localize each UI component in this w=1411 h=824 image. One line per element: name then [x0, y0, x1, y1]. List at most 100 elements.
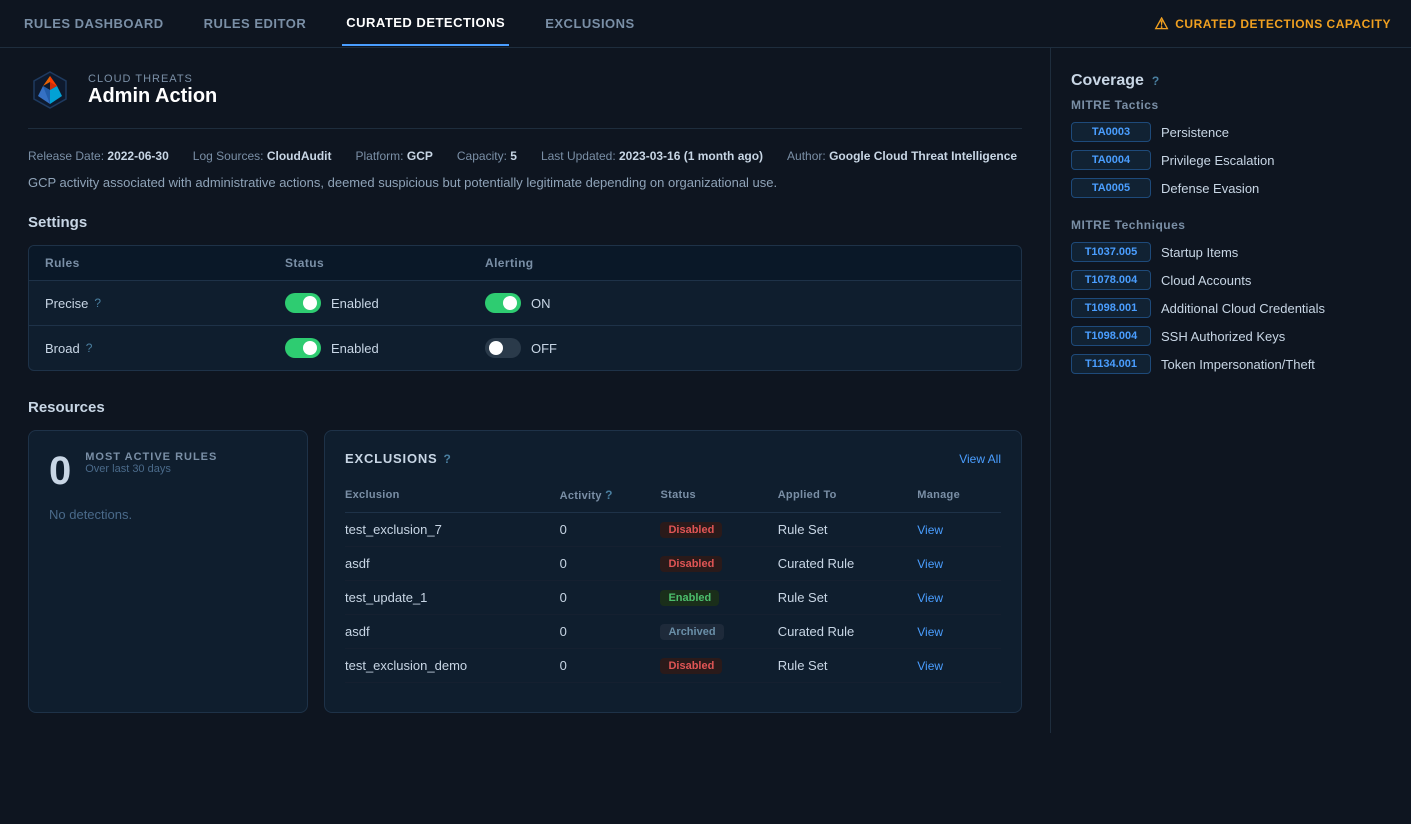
- app-logo: [28, 68, 72, 112]
- mitre-tactic-item: TA0004 Privilege Escalation: [1071, 150, 1370, 170]
- broad-alerting-cell: OFF: [485, 338, 685, 358]
- rule-broad-label: Broad ?: [45, 341, 285, 356]
- excl-manage: View: [917, 581, 1001, 615]
- most-active-card: 0 MOST ACTIVE RULES Over last 30 days No…: [28, 430, 308, 713]
- most-active-header: 0 MOST ACTIVE RULES Over last 30 days: [49, 451, 287, 491]
- table-row: test_update 0 Enabled Rule Set View: [345, 683, 1001, 693]
- nav-rules-editor[interactable]: RULES EDITOR: [200, 2, 311, 45]
- view-link[interactable]: View: [917, 523, 943, 537]
- header-text: CLOUD THREATS Admin Action: [88, 73, 217, 108]
- page-header: CLOUD THREATS Admin Action: [28, 68, 1022, 129]
- exclusions-thead: Exclusion Activity ? Status Applied To M…: [345, 482, 1001, 513]
- mitre-technique-badge[interactable]: T1134.001: [1071, 354, 1151, 374]
- precise-help-icon[interactable]: ?: [94, 296, 101, 310]
- mitre-technique-badge[interactable]: T1098.004: [1071, 326, 1151, 346]
- settings-table: Rules Status Alerting Precise ? Enabled …: [28, 245, 1022, 371]
- coverage-help-icon[interactable]: ?: [1152, 74, 1159, 88]
- excl-name: asdf: [345, 547, 560, 581]
- broad-alerting-label: OFF: [531, 341, 557, 356]
- mitre-tactic-label: Privilege Escalation: [1161, 153, 1274, 168]
- excl-activity: 0: [560, 513, 661, 547]
- excl-manage: View: [917, 649, 1001, 683]
- rule-description: GCP activity associated with administrat…: [28, 175, 1022, 190]
- mitre-tactic-badge[interactable]: TA0004: [1071, 150, 1151, 170]
- mitre-technique-label: Cloud Accounts: [1161, 273, 1251, 288]
- col-manage: Manage: [917, 482, 1001, 513]
- precise-alerting-label: ON: [531, 296, 551, 311]
- exclusions-tbody: test_exclusion_7 0 Disabled Rule Set Vie…: [345, 513, 1001, 693]
- exclusions-help-icon[interactable]: ?: [444, 452, 452, 466]
- mitre-tactic-label: Persistence: [1161, 125, 1229, 140]
- excl-manage: View: [917, 547, 1001, 581]
- col-exclusion: Exclusion: [345, 482, 560, 513]
- mitre-technique-badge[interactable]: T1037.005: [1071, 242, 1151, 262]
- mitre-tactic-badge[interactable]: TA0005: [1071, 178, 1151, 198]
- capacity-label: CURATED DETECTIONS CAPACITY: [1175, 17, 1391, 31]
- exclusions-card: EXCLUSIONS ? View All Exclusion Activity: [324, 430, 1022, 713]
- excl-status: Enabled: [660, 581, 777, 615]
- broad-help-icon[interactable]: ?: [86, 341, 93, 355]
- precise-status-toggle[interactable]: [285, 293, 321, 313]
- table-row: test_exclusion_7 0 Disabled Rule Set Vie…: [345, 513, 1001, 547]
- excl-name: test_update_1: [345, 581, 560, 615]
- mitre-tactic-item: TA0003 Persistence: [1071, 122, 1370, 142]
- view-link[interactable]: View: [917, 659, 943, 673]
- warning-icon: ⚠: [1154, 14, 1169, 34]
- nav-exclusions[interactable]: EXCLUSIONS: [541, 2, 639, 45]
- page-category: CLOUD THREATS: [88, 73, 217, 85]
- excl-activity: 0: [560, 581, 661, 615]
- col-status: Status: [285, 256, 485, 270]
- col-alerting: Alerting: [485, 256, 685, 270]
- activity-help-icon[interactable]: ?: [605, 488, 613, 502]
- mitre-technique-badge[interactable]: T1078.004: [1071, 270, 1151, 290]
- view-all-link[interactable]: View All: [959, 452, 1001, 466]
- nav-rules-dashboard[interactable]: RULES DASHBOARD: [20, 2, 168, 45]
- rule-precise-label: Precise ?: [45, 296, 285, 311]
- excl-name: asdf: [345, 615, 560, 649]
- exclusions-header: EXCLUSIONS ? View All: [345, 451, 1001, 466]
- table-row: asdf 0 Archived Curated Rule View: [345, 615, 1001, 649]
- page-title: Admin Action: [88, 85, 217, 108]
- view-link[interactable]: View: [917, 557, 943, 571]
- mitre-tactic-badge[interactable]: TA0003: [1071, 122, 1151, 142]
- top-navigation: RULES DASHBOARD RULES EDITOR CURATED DET…: [0, 0, 1411, 48]
- precise-alerting-toggle[interactable]: [485, 293, 521, 313]
- table-row: asdf 0 Disabled Curated Rule View: [345, 547, 1001, 581]
- view-link[interactable]: View: [917, 625, 943, 639]
- content-area: CLOUD THREATS Admin Action Release Date:…: [0, 48, 1050, 733]
- excl-manage: View: [917, 513, 1001, 547]
- capacity-warning[interactable]: ⚠ CURATED DETECTIONS CAPACITY: [1154, 14, 1391, 34]
- col-activity: Activity ?: [560, 482, 661, 513]
- excl-applied-to: Curated Rule: [778, 615, 918, 649]
- mitre-technique-item: T1037.005Startup Items: [1071, 242, 1370, 262]
- mitre-tactic-item: TA0005Defense Evasion: [1071, 178, 1370, 198]
- table-row: test_exclusion_demo 0 Disabled Rule Set …: [345, 649, 1001, 683]
- settings-title: Settings: [28, 214, 1022, 231]
- mitre-technique-label: Additional Cloud Credentials: [1161, 301, 1325, 316]
- excl-manage: View: [917, 683, 1001, 693]
- exclusions-scroll[interactable]: Exclusion Activity ? Status Applied To M…: [345, 482, 1001, 692]
- excl-applied-to: Curated Rule: [778, 547, 918, 581]
- mitre-technique-badge[interactable]: T1098.001: [1071, 298, 1151, 318]
- view-link[interactable]: View: [917, 591, 943, 605]
- nav-curated-detections[interactable]: CURATED DETECTIONS: [342, 1, 509, 46]
- broad-status-toggle[interactable]: [285, 338, 321, 358]
- precise-status-label: Enabled: [331, 296, 379, 311]
- meta-release-date: Release Date: 2022-06-30: [28, 149, 169, 163]
- excl-status: Disabled: [660, 547, 777, 581]
- mitre-technique-item: T1098.001 Additional Cloud Credentials: [1071, 298, 1370, 318]
- mitre-techniques-title: MITRE Techniques: [1071, 218, 1370, 232]
- excl-activity: 0: [560, 649, 661, 683]
- exclusions-table: Exclusion Activity ? Status Applied To M…: [345, 482, 1001, 692]
- mitre-techniques-list: T1037.005Startup Items T1078.004 Cloud Acc…: [1071, 242, 1370, 374]
- broad-alerting-toggle[interactable]: [485, 338, 521, 358]
- exclusions-title: EXCLUSIONS ?: [345, 451, 452, 466]
- excl-status: Disabled: [660, 649, 777, 683]
- excl-activity: 0: [560, 683, 661, 693]
- most-active-count: 0: [49, 451, 71, 491]
- excl-applied-to: Rule Set: [778, 581, 918, 615]
- broad-status-label: Enabled: [331, 341, 379, 356]
- settings-row-broad: Broad ? Enabled OFF: [29, 325, 1021, 370]
- most-active-label: MOST ACTIVE RULES: [85, 451, 217, 463]
- excl-name: test_update: [345, 683, 560, 693]
